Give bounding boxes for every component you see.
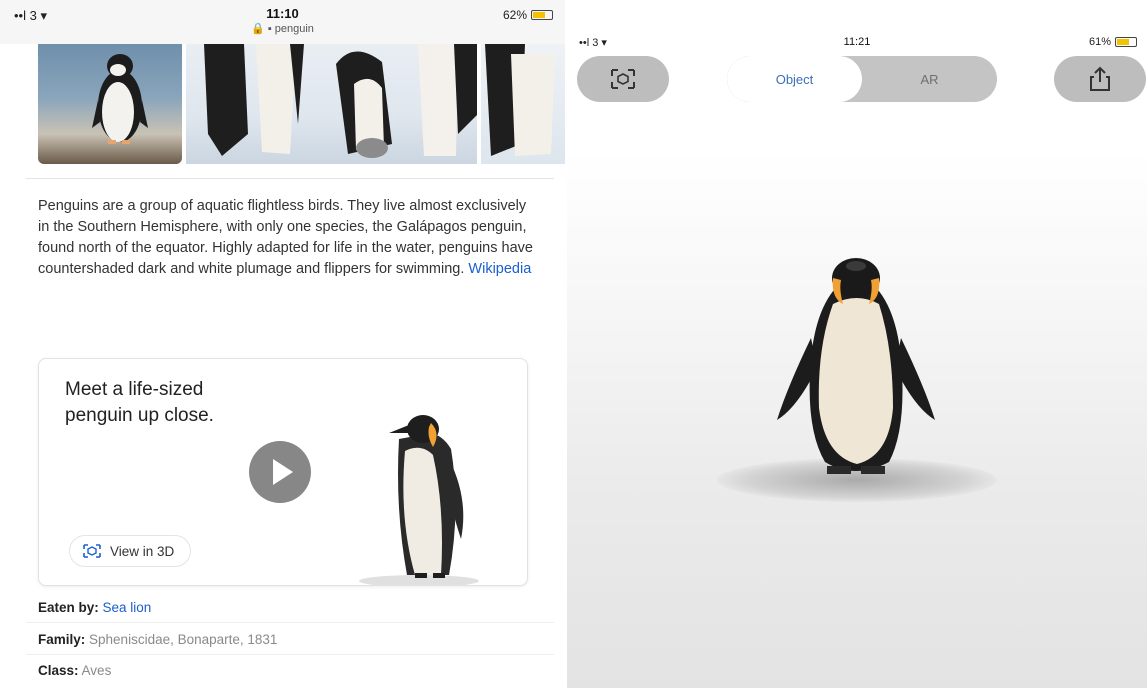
- search-results-screen: ••l 3 ▾ 11:10 🔒 ▪ penguin 62% Penguins a…: [0, 0, 565, 688]
- view-mode-toggle[interactable]: Object AR: [727, 56, 997, 102]
- fact-label: Class:: [38, 663, 79, 678]
- status-bar: ••l 3 ▾ 11:21 61%: [567, 36, 1147, 52]
- tab-ar[interactable]: AR: [862, 56, 997, 102]
- description-text: Penguins are a group of aquatic flightle…: [38, 198, 533, 277]
- divider: [26, 622, 554, 623]
- image-carousel[interactable]: [38, 44, 565, 164]
- share-icon: [1090, 66, 1110, 91]
- ar-mode-button[interactable]: [577, 56, 669, 102]
- fact-family: Family: Spheniscidae, Bonaparte, 1831: [38, 632, 277, 647]
- battery-icon: [1115, 37, 1137, 47]
- battery-indicator: 62%: [503, 8, 553, 22]
- tab-object[interactable]: Object: [727, 56, 862, 102]
- battery-percent: 61%: [1088, 36, 1111, 48]
- fact-label: Family:: [38, 632, 86, 647]
- ar-mode-icon: [611, 69, 635, 89]
- fact-class: Class: Aves: [38, 663, 111, 678]
- status-bar: ••l 3 ▾ 11:10 🔒 ▪ penguin 62%: [0, 0, 565, 44]
- fact-value: Aves: [81, 663, 112, 678]
- divider: [26, 178, 554, 179]
- status-time: 11:21: [843, 36, 871, 48]
- card-title: Meet a life-sized penguin up close.: [65, 379, 214, 426]
- penguin-photo-2[interactable]: [185, 44, 478, 164]
- ar-viewer-screen: ••l 3 ▾ 11:21 61% Object AR: [567, 0, 1147, 688]
- fact-eaten-by: Eaten by: Sea lion: [38, 600, 151, 615]
- battery-indicator: 61%: [1089, 36, 1137, 48]
- penguin-3d-model[interactable]: [747, 248, 962, 493]
- battery-icon: [531, 10, 553, 20]
- status-time: 11:10: [266, 6, 299, 21]
- share-button[interactable]: [1054, 56, 1146, 102]
- penguin-photo-3[interactable]: [481, 44, 565, 164]
- penguin-description: Penguins are a group of aquatic flightle…: [38, 196, 538, 280]
- ar-cube-icon: [83, 544, 101, 558]
- url-bar[interactable]: 🔒 ▪ penguin: [0, 22, 565, 35]
- wikipedia-link[interactable]: Wikipedia: [468, 261, 531, 277]
- divider: [26, 654, 554, 655]
- penguin-photo-1[interactable]: [38, 44, 182, 164]
- penguin-illustration: [359, 415, 479, 585]
- play-icon[interactable]: [249, 441, 311, 503]
- fact-value: Spheniscidae, Bonaparte, 1831: [89, 632, 278, 647]
- fact-value-link[interactable]: Sea lion: [103, 600, 152, 615]
- view-in-3d-label: View in 3D: [110, 543, 175, 559]
- view-in-3d-card[interactable]: Meet a life-sized penguin up close. View…: [38, 358, 528, 586]
- battery-percent: 62%: [502, 8, 527, 22]
- view-in-3d-button[interactable]: View in 3D: [69, 535, 192, 567]
- fact-label: Eaten by:: [38, 600, 99, 615]
